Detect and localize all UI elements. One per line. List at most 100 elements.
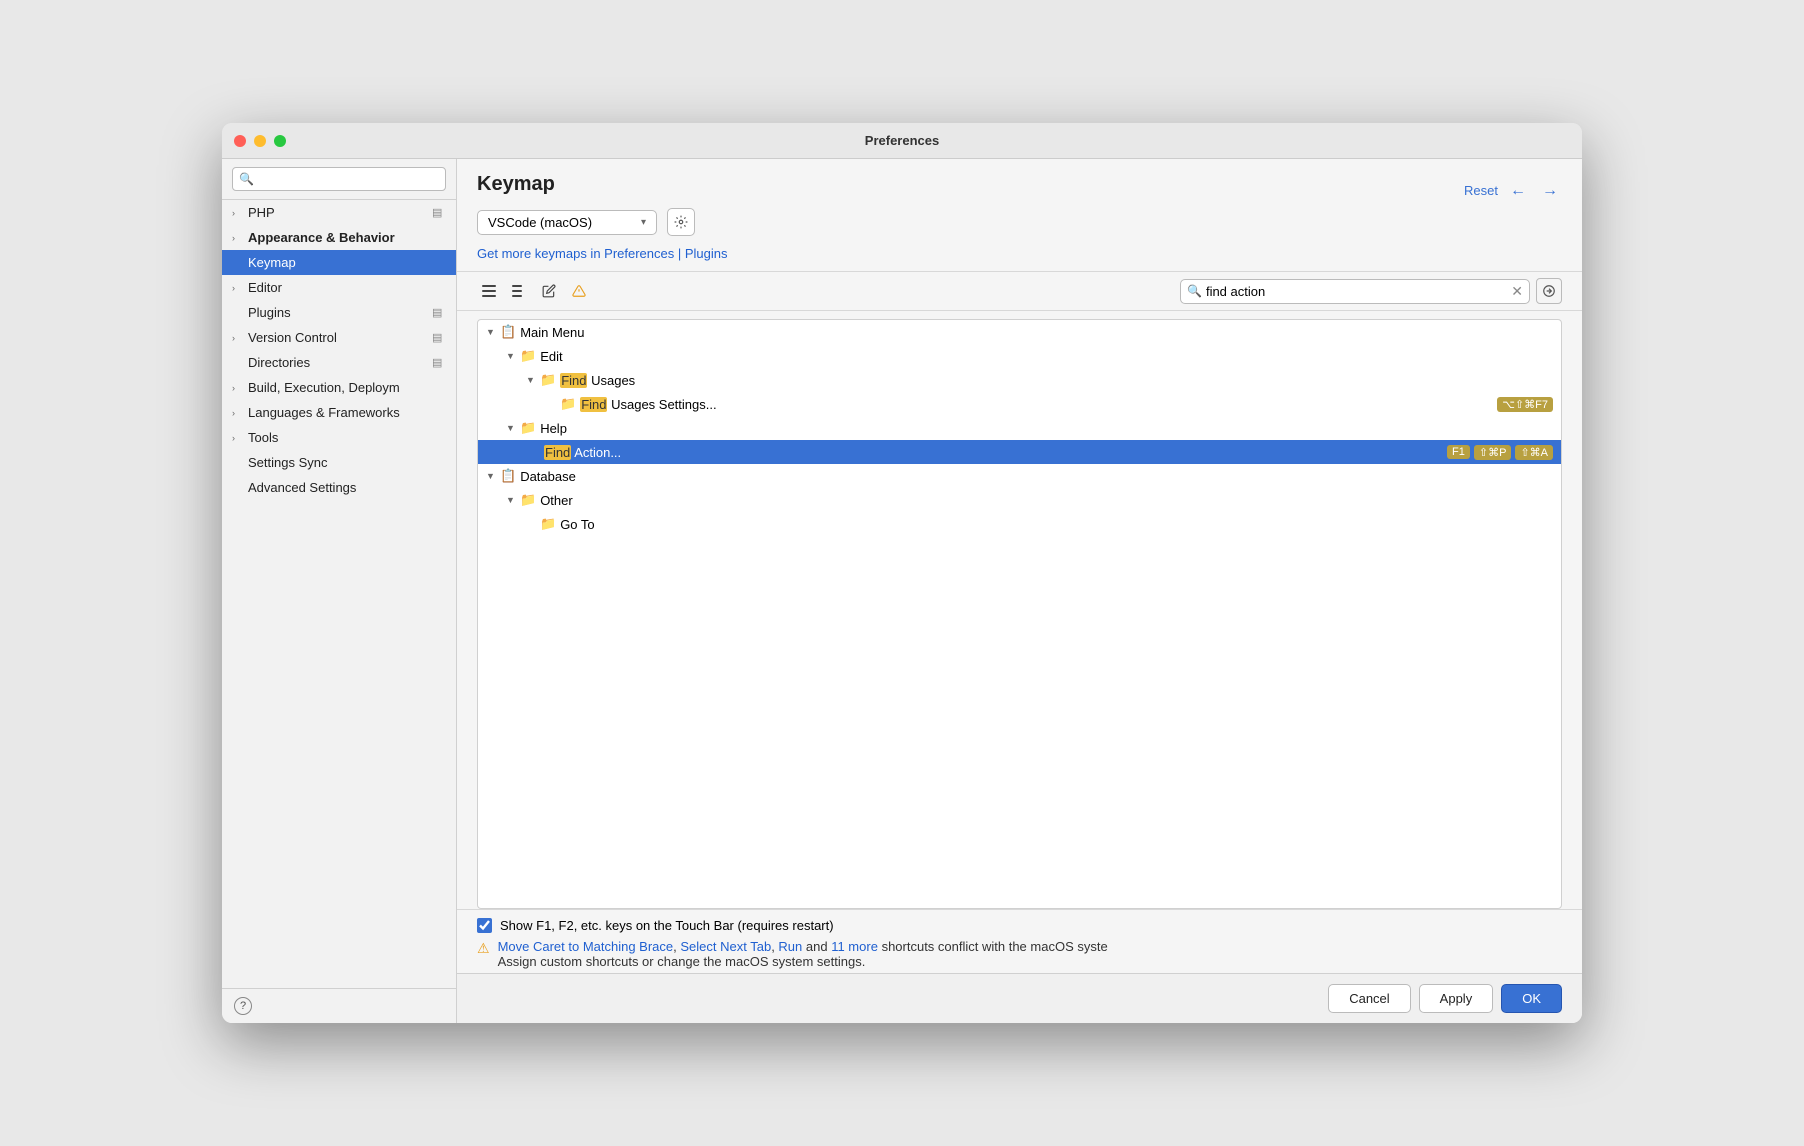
shortcut-badge-f1: F1 xyxy=(1447,445,1470,459)
warning-link-1[interactable]: Move Caret to Matching Brace xyxy=(498,939,674,954)
gear-button[interactable] xyxy=(667,208,695,236)
touch-bar-checkbox[interactable] xyxy=(477,918,492,933)
tree-row[interactable]: ▼ 📁 Edit xyxy=(478,344,1561,368)
sidebar-item-label: Version Control xyxy=(248,330,432,345)
shortcut-badge-shift-cmd-a: ⇧⌘A xyxy=(1515,445,1553,460)
badge-icon: ▤ xyxy=(432,206,446,220)
minimize-button[interactable] xyxy=(254,135,266,147)
apply-button[interactable]: Apply xyxy=(1419,984,1494,1013)
row-label: Database xyxy=(520,469,1553,484)
sidebar-item-label: Editor xyxy=(248,280,446,295)
sidebar-item-settings-sync[interactable]: Settings Sync xyxy=(222,450,456,475)
keymap-dropdown-label: VSCode (macOS) xyxy=(488,215,592,230)
keymap-tree: ▼ 📋 Main Menu ▼ 📁 Edit ▼ 📁 Find Usages xyxy=(477,319,1562,909)
collapse-all-button[interactable] xyxy=(507,279,531,303)
warning-link-3[interactable]: Run xyxy=(778,939,802,954)
chevron-icon: › xyxy=(232,208,246,218)
tree-row-find-action[interactable]: Find Action... F1 ⇧⌘P ⇧⌘A xyxy=(478,440,1561,464)
forward-button[interactable]: → xyxy=(1538,180,1562,202)
record-icon xyxy=(1542,284,1556,298)
plugins-link[interactable]: Get more keymaps in Preferences | Plugin… xyxy=(477,246,728,261)
window-title: Preferences xyxy=(865,133,939,148)
warning-filter-button[interactable] xyxy=(567,279,591,303)
checkbox-label: Show F1, F2, etc. keys on the Touch Bar … xyxy=(500,918,834,933)
expander-icon: ▼ xyxy=(526,375,540,385)
sidebar-item-languages-frameworks[interactable]: › Languages & Frameworks xyxy=(222,400,456,425)
warning-row: ⚠ Move Caret to Matching Brace, Select N… xyxy=(477,939,1562,969)
expander-icon: ▼ xyxy=(506,423,520,433)
sidebar-item-build-execution[interactable]: › Build, Execution, Deploym xyxy=(222,375,456,400)
search-clear-button[interactable]: ✕ xyxy=(1511,283,1523,300)
sidebar-item-label: Build, Execution, Deploym xyxy=(248,380,446,395)
tree-row[interactable]: ▼ 📁 Find Usages xyxy=(478,368,1561,392)
find-highlight: Find xyxy=(560,373,587,388)
warning-filter-icon xyxy=(572,284,586,298)
search-input[interactable] xyxy=(1206,284,1507,299)
sidebar-search-input[interactable] xyxy=(232,167,446,191)
sidebar-item-keymap[interactable]: Keymap xyxy=(222,250,456,275)
ok-button[interactable]: OK xyxy=(1501,984,1562,1013)
row-label: Find Action... xyxy=(544,445,1447,460)
sidebar-item-plugins[interactable]: Plugins ▤ xyxy=(222,300,456,325)
folder-icon: 📁 xyxy=(540,372,556,388)
tree-row[interactable]: ▼ 📋 Main Menu xyxy=(478,320,1561,344)
tree-row[interactable]: ▼ 📁 Other xyxy=(478,488,1561,512)
sidebar-item-version-control[interactable]: › Version Control ▤ xyxy=(222,325,456,350)
checkbox-row: Show F1, F2, etc. keys on the Touch Bar … xyxy=(477,918,1562,933)
badge-icon: ▤ xyxy=(432,306,446,320)
sidebar-item-label: Keymap xyxy=(248,255,446,270)
tree-row[interactable]: 📁 Go To xyxy=(478,512,1561,536)
tree-row[interactable]: ▼ 📋 Database xyxy=(478,464,1561,488)
row-label: Other xyxy=(540,493,1553,508)
expand-all-button[interactable] xyxy=(477,279,501,303)
sidebar-item-label: Appearance & Behavior xyxy=(248,230,446,245)
nav-buttons: Reset ← → xyxy=(1464,180,1562,202)
footer: Cancel Apply OK xyxy=(457,973,1582,1023)
warning-link-2[interactable]: Select Next Tab xyxy=(680,939,771,954)
panel-title: Keymap xyxy=(477,173,555,196)
folder-icon: 📁 xyxy=(520,348,536,364)
chevron-icon: › xyxy=(232,433,246,443)
sidebar-item-label: Plugins xyxy=(248,305,432,320)
keymap-dropdown[interactable]: VSCode (macOS) ▾ xyxy=(477,210,657,235)
sidebar-item-label: Languages & Frameworks xyxy=(248,405,446,420)
find-highlight: Find xyxy=(544,445,571,460)
folder-icon: 📋 xyxy=(500,468,516,484)
record-shortcut-button[interactable] xyxy=(1536,278,1562,304)
keymap-controls: VSCode (macOS) ▾ xyxy=(477,208,1562,236)
back-button[interactable]: ← xyxy=(1506,180,1530,202)
sidebar-item-directories[interactable]: Directories ▤ xyxy=(222,350,456,375)
sidebar-item-label: Advanced Settings xyxy=(248,480,446,495)
sidebar-item-php[interactable]: › PHP ▤ xyxy=(222,200,456,225)
close-button[interactable] xyxy=(234,135,246,147)
sidebar-item-editor[interactable]: › Editor xyxy=(222,275,456,300)
folder-icon: 📁 xyxy=(520,492,536,508)
badge-icon: ▤ xyxy=(432,356,446,370)
warning-line2: Assign custom shortcuts or change the ma… xyxy=(498,954,866,969)
reset-button[interactable]: Reset xyxy=(1464,183,1498,198)
shortcut-badge: ⌥⇧⌘F7 xyxy=(1497,397,1553,412)
warning-link-4[interactable]: 11 more xyxy=(831,939,878,954)
chevron-icon: › xyxy=(232,383,246,393)
sidebar-item-tools[interactable]: › Tools xyxy=(222,425,456,450)
badge-icon: ▤ xyxy=(432,331,446,345)
edit-shortcut-button[interactable] xyxy=(537,279,561,303)
cancel-button[interactable]: Cancel xyxy=(1328,984,1410,1013)
main-content: › PHP ▤ › Appearance & Behavior Keymap ›… xyxy=(222,159,1582,1023)
help-button[interactable]: ? xyxy=(234,997,252,1015)
edit-icon xyxy=(542,284,556,298)
panel-header: Keymap Reset ← → VSCode (macOS) ▾ xyxy=(457,159,1582,272)
sidebar-item-advanced-settings[interactable]: Advanced Settings xyxy=(222,475,456,500)
sidebar-item-label: Settings Sync xyxy=(248,455,446,470)
expander-icon: ▼ xyxy=(506,495,520,505)
chevron-icon: › xyxy=(232,408,246,418)
tree-row[interactable]: 📁 Find Usages Settings... ⌥⇧⌘F7 xyxy=(478,392,1561,416)
sidebar-search-container xyxy=(222,159,456,200)
sidebar-item-appearance-behavior[interactable]: › Appearance & Behavior xyxy=(222,225,456,250)
maximize-button[interactable] xyxy=(274,135,286,147)
preferences-window: Preferences › PHP ▤ › Appearance & Behav… xyxy=(222,123,1582,1023)
tree-row[interactable]: ▼ 📁 Help xyxy=(478,416,1561,440)
warning-suffix: shortcuts conflict with the macOS syste xyxy=(882,939,1108,954)
sidebar-bottom: ? xyxy=(222,988,456,1023)
row-label: Help xyxy=(540,421,1553,436)
